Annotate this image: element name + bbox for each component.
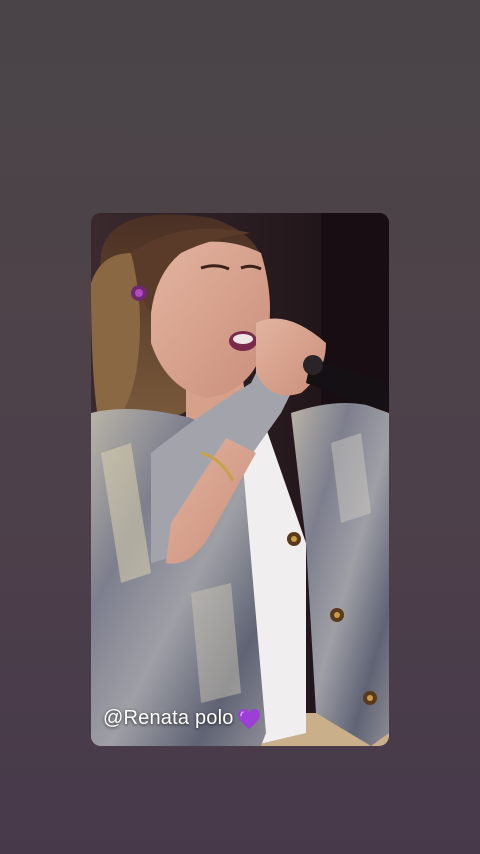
story-photo [91,213,389,746]
story-caption: @Renata polo [103,707,261,730]
story-media-card[interactable]: @Renata polo [91,213,389,746]
caption-text: @Renata polo [103,707,234,729]
purple-heart-icon [237,708,260,729]
